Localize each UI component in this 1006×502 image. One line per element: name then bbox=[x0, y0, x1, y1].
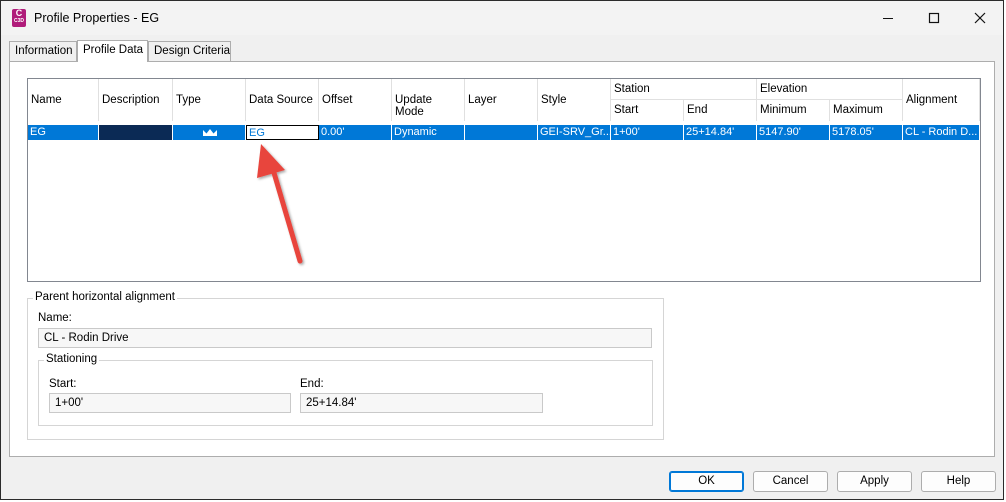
stationing-start-label: Start: bbox=[49, 378, 77, 390]
cell-layer[interactable] bbox=[465, 125, 538, 140]
parent-alignment-group: Parent horizontal alignment Name: CL - R… bbox=[27, 291, 664, 440]
help-button[interactable]: Help bbox=[921, 471, 996, 492]
ok-button[interactable]: OK bbox=[669, 471, 744, 492]
cell-elevation-maximum[interactable]: 5178.05' bbox=[830, 125, 903, 140]
profile-type-icon bbox=[203, 129, 217, 136]
column-header-station-end[interactable]: End bbox=[684, 100, 757, 121]
column-header-update-mode[interactable]: Update Mode bbox=[392, 79, 465, 121]
minimize-button[interactable] bbox=[865, 1, 911, 35]
column-header-name[interactable]: Name bbox=[28, 79, 99, 121]
stationing-group: Stationing Start: 1+00' End: 25+14.84' bbox=[38, 353, 653, 426]
stationing-end-field: 25+14.84' bbox=[300, 393, 543, 413]
column-header-alignment[interactable]: Alignment bbox=[903, 79, 980, 121]
column-header-elevation-maximum[interactable]: Maximum bbox=[830, 100, 903, 121]
cancel-button[interactable]: Cancel bbox=[753, 471, 828, 492]
stationing-end-label: End: bbox=[300, 378, 324, 390]
column-header-station-start[interactable]: Start bbox=[611, 100, 684, 121]
tab-information[interactable]: Information bbox=[9, 41, 77, 61]
stationing-legend: Stationing bbox=[44, 353, 100, 365]
column-header-type[interactable]: Type bbox=[173, 79, 246, 121]
cell-station-end[interactable]: 25+14.84' bbox=[684, 125, 757, 140]
stationing-start-field: 1+00' bbox=[49, 393, 291, 413]
column-header-style[interactable]: Style bbox=[538, 79, 611, 121]
tab-design-criteria[interactable]: Design Criteria bbox=[148, 41, 231, 61]
profile-data-grid: Name Description Type Data Source Offset… bbox=[27, 78, 981, 282]
title-bar: C C3D Profile Properties - EG bbox=[1, 1, 1003, 35]
profile-data-panel: Name Description Type Data Source Offset… bbox=[9, 61, 995, 457]
table-row[interactable]: EG EG 0.00' Dynamic GEI-SRV_Gr... 1+00' … bbox=[28, 125, 980, 140]
civil3d-app-icon: C C3D bbox=[12, 9, 26, 27]
parent-alignment-legend: Parent horizontal alignment bbox=[33, 291, 177, 303]
window-title: Profile Properties - EG bbox=[34, 11, 160, 25]
close-button[interactable] bbox=[957, 1, 1003, 35]
minimize-icon bbox=[883, 18, 893, 19]
cell-station-start[interactable]: 1+00' bbox=[611, 125, 684, 140]
profile-properties-dialog: C C3D Profile Properties - EG Informatio… bbox=[0, 0, 1004, 500]
column-header-elevation-minimum[interactable]: Minimum bbox=[757, 100, 830, 121]
maximize-button[interactable] bbox=[911, 1, 957, 35]
tab-profile-data[interactable]: Profile Data bbox=[77, 40, 148, 62]
cell-elevation-minimum[interactable]: 5147.90' bbox=[757, 125, 830, 140]
cell-description[interactable] bbox=[99, 125, 173, 140]
cell-alignment[interactable]: CL - Rodin D... bbox=[903, 125, 980, 140]
annotation-arrow bbox=[257, 144, 303, 264]
column-header-data-source[interactable]: Data Source bbox=[246, 79, 319, 121]
column-header-layer[interactable]: Layer bbox=[465, 79, 538, 121]
cell-type[interactable] bbox=[173, 125, 246, 140]
cell-update-mode[interactable]: Dynamic bbox=[392, 125, 465, 140]
close-icon bbox=[974, 12, 986, 24]
cell-offset[interactable]: 0.00' bbox=[319, 125, 392, 140]
maximize-icon bbox=[928, 12, 940, 24]
column-header-offset[interactable]: Offset bbox=[319, 79, 392, 121]
apply-button[interactable]: Apply bbox=[837, 471, 912, 492]
cell-name[interactable]: EG bbox=[28, 125, 99, 140]
column-group-station: Station bbox=[611, 79, 757, 100]
column-header-description[interactable]: Description bbox=[99, 79, 173, 121]
column-group-elevation: Elevation bbox=[757, 79, 903, 100]
cell-style[interactable]: GEI-SRV_Gr... bbox=[538, 125, 611, 140]
alignment-name-label: Name: bbox=[38, 312, 72, 324]
alignment-name-field: CL - Rodin Drive bbox=[38, 328, 652, 348]
